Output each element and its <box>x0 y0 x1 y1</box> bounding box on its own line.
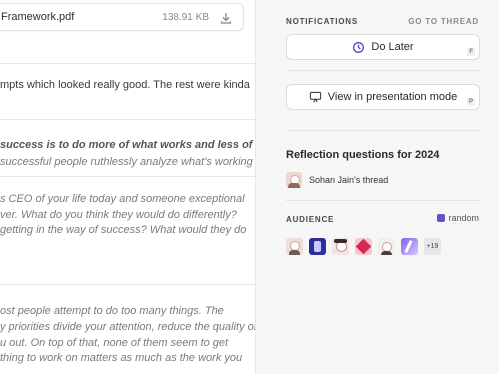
avatar[interactable] <box>286 238 303 255</box>
presentation-mode-label: View in presentation mode <box>327 91 458 103</box>
avatar[interactable] <box>332 238 349 255</box>
more-audience-count[interactable]: +19 <box>424 238 441 255</box>
avatar[interactable] <box>355 238 372 255</box>
doc-text-line: thing to work on matters as much as the … <box>0 352 243 364</box>
doc-question-line: successful people ruthlessly analyze wha… <box>0 156 253 168</box>
divider <box>0 119 255 120</box>
avatar[interactable] <box>309 238 326 255</box>
do-later-label: Do Later <box>371 41 414 53</box>
go-to-thread-link[interactable]: GO TO THREAD <box>408 17 479 26</box>
notifications-label: NOTIFICATIONS <box>286 17 359 26</box>
channel-name: random <box>448 213 479 223</box>
avatar[interactable] <box>378 238 395 255</box>
attachment-card[interactable]: Framework.pdf 138.91 KB <box>0 3 244 31</box>
download-icon[interactable] <box>219 11 233 25</box>
attachment-size: 138.91 KB <box>162 12 209 23</box>
thread-owner-name: Sohan Jain's thread <box>309 175 389 185</box>
document-pane: Framework.pdf 138.91 KB mpts which looke… <box>0 0 255 374</box>
divider <box>0 63 255 64</box>
presentation-mode-button[interactable]: View in presentation mode P <box>286 84 480 110</box>
clock-icon <box>353 41 365 53</box>
do-later-button[interactable]: Do Later F <box>286 34 480 60</box>
thread-title[interactable]: Reflection questions for 2024 <box>286 149 439 161</box>
audience-avatars: +19 <box>286 238 441 255</box>
attachment-name[interactable]: Framework.pdf <box>1 11 74 23</box>
avatar <box>286 172 302 188</box>
doc-question-line: getting in the way of success? What woul… <box>0 224 247 236</box>
divider <box>286 70 480 71</box>
audience-label: AUDIENCE <box>286 215 335 224</box>
channel-tag[interactable]: random <box>437 213 479 223</box>
channel-icon <box>437 214 446 222</box>
thread-side-panel: NOTIFICATIONS GO TO THREAD Do Later F Vi… <box>255 0 499 374</box>
divider <box>0 176 255 177</box>
avatar[interactable] <box>401 238 418 255</box>
shortcut-key: P <box>466 98 475 106</box>
presentation-icon <box>309 91 321 103</box>
thread-owner[interactable]: Sohan Jain's thread <box>286 171 388 189</box>
doc-text-line: mpts which looked really good. The rest … <box>0 79 250 91</box>
shortcut-key: F <box>467 48 475 56</box>
divider <box>286 200 480 201</box>
divider <box>286 130 480 131</box>
doc-question-line: success is to do more of what works and … <box>0 139 253 151</box>
divider <box>0 284 255 285</box>
